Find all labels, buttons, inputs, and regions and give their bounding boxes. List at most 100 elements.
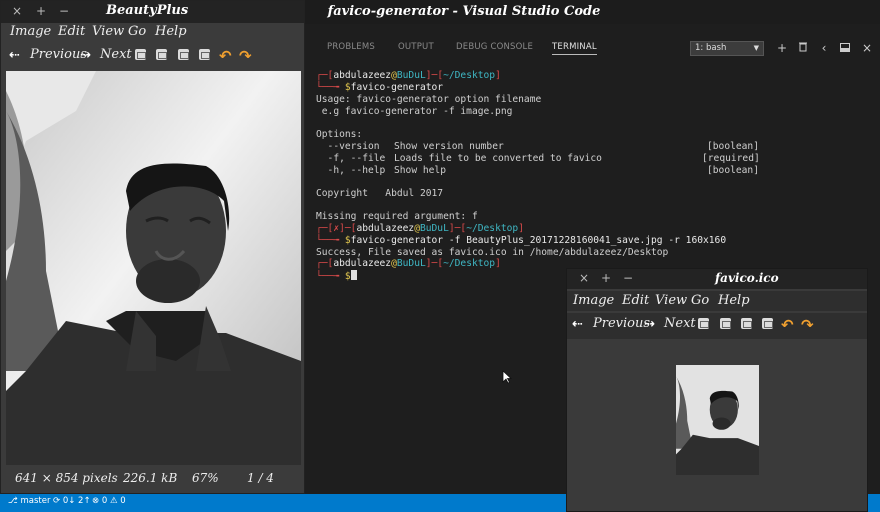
command-text: favico-generator -f BeautyPlus_201712281… [350,235,727,246]
maximize-icon[interactable]: + [601,271,611,285]
terminal-select[interactable]: 1: bash ▼ [690,41,764,56]
error-count: 0 [101,496,108,506]
example-line: e.g favico-generator -f image.png [316,106,513,117]
terminal-command-line: └──╼ $favico-generator [316,82,444,93]
menu-go[interactable]: Go [128,24,146,39]
next-button[interactable]: Next [100,47,132,62]
branch-name: master [20,496,51,506]
zoom-out-icon[interactable] [156,49,167,60]
terminal-command-line: └──╼ $favico-generator -f BeautyPlus_201… [316,235,727,246]
chevron-left-icon[interactable]: ‹ [817,41,831,55]
maximize-panel-icon[interactable] [838,41,852,55]
copyright-line: Copyright Abdul 2017 [316,188,444,199]
rotate-right-icon[interactable]: ↷ [239,47,252,65]
option-desc: Loads file to be converted to favico [394,153,602,164]
favicon-viewer-title: favico.ico [715,271,779,285]
previous-arrow-icon[interactable]: ⇠ [9,48,20,63]
command-text: favico-generator [350,82,444,93]
option-desc: Show help [394,165,446,176]
text-cursor [350,270,357,280]
terminal-prompt-line: ┌─[abdulazeez@BuDuL]─[~/Desktop] [316,70,501,81]
favicon-thumbnail [676,365,759,475]
sync-counts: 0↓ 2↑ [62,496,91,506]
minimize-icon[interactable]: − [623,271,633,285]
add-terminal-icon[interactable]: + [775,41,789,55]
sync-indicator[interactable]: ⟳ 0↓ 2↑ [53,494,91,508]
tab-problems[interactable]: PROBLEMS [327,42,375,52]
option-type: [required] [702,153,760,164]
previous-button[interactable]: Previous [593,316,650,331]
prompt-host: BuDuL [396,70,426,81]
option-desc: Show version number [394,141,504,152]
fit-window-icon[interactable] [741,318,752,329]
original-size-icon[interactable] [199,49,210,60]
prompt-path: ~/Desktop [443,258,496,269]
beautyplus-titlebar: × + − BeautyPlus [1,1,304,23]
missing-argument-line: Missing required argument: f [316,211,478,222]
trash-icon[interactable] [796,41,810,55]
vscode-window-title: favico-generator - Visual Studio Code [327,4,601,19]
option-flag: -f, --file [316,153,386,164]
prompt-host: BuDuL [396,258,426,269]
image-dimensions: 641 × 854 pixels [15,471,118,485]
terminal-prompt-line: ┌─[abdulazeez@BuDuL]─[~/Desktop] [316,258,501,269]
chevron-down-icon: ▼ [753,44,759,52]
usage-line: Usage: favico-generator option filename [316,94,542,105]
prompt-host: BuDuL [419,223,449,234]
zoom-level: 67% [192,471,219,485]
previous-button[interactable]: Previous [30,47,87,62]
terminal-prompt-line: ┌─[✗]─[abdulazeez@BuDuL]─[~/Desktop] [316,223,524,234]
portrait-photo [6,71,301,465]
tab-output[interactable]: OUTPUT [398,42,434,52]
rotate-left-icon[interactable]: ↶ [781,316,794,334]
menu-view[interactable]: View [92,24,124,39]
menu-image[interactable]: Image [573,293,614,308]
problems-indicator[interactable]: ⊗ 0 ⚠ 0 [92,494,126,508]
prompt-path: ~/Desktop [466,223,519,234]
beautyplus-window-title: BeautyPlus [106,3,189,18]
favicon-viewer-window: × + − favico.ico Image Edit View Go Help… [566,268,868,512]
close-icon[interactable]: × [579,271,589,285]
fit-window-icon[interactable] [178,49,189,60]
rotate-right-icon[interactable]: ↷ [801,316,814,334]
menu-edit[interactable]: Edit [58,24,85,39]
prompt-user: abdulazeez [333,70,392,81]
menu-edit[interactable]: Edit [622,293,649,308]
prompt-user: abdulazeez [333,258,392,269]
option-type: [boolean] [707,141,759,152]
maximize-icon[interactable]: + [36,4,46,18]
original-size-icon[interactable] [762,318,773,329]
favicon-viewer-menubar: Image Edit View Go Help [567,291,867,311]
zoom-in-icon[interactable] [698,318,709,329]
tab-terminal[interactable]: TERMINAL [552,42,597,55]
terminal-select-value: 1: bash [695,43,727,53]
zoom-out-icon[interactable] [720,318,731,329]
close-icon[interactable]: × [12,4,22,18]
beautyplus-menubar: Image Edit View Go Help [1,22,304,42]
branch-indicator[interactable]: ⎇ master [8,494,50,508]
zoom-in-icon[interactable] [135,49,146,60]
option-flag: -h, --help [316,165,386,176]
options-header: Options: [316,129,363,140]
next-button[interactable]: Next [664,316,696,331]
minimize-icon[interactable]: − [59,4,69,18]
mouse-pointer-icon [502,370,512,384]
close-panel-icon[interactable]: × [860,41,874,55]
previous-arrow-icon[interactable]: ⇠ [572,317,583,332]
beautyplus-window: × + − BeautyPlus Image Edit View Go Help… [0,0,305,494]
option-flag: --version [316,141,380,152]
rotate-left-icon[interactable]: ↶ [219,47,232,65]
terminal-input-line[interactable]: └──╼ $ [316,270,357,282]
menu-go[interactable]: Go [691,293,709,308]
option-type: [boolean] [707,165,759,176]
menu-image[interactable]: Image [10,24,51,39]
menu-help[interactable]: Help [718,293,750,308]
panel-tab-bar: PROBLEMS OUTPUT DEBUG CONSOLE TERMINAL [306,34,880,60]
favicon-viewer-toolbar: ⇠ Previous ⇢ Next ↶ ↷ [567,313,867,339]
tab-debug-console[interactable]: DEBUG CONSOLE [456,42,533,52]
menu-view[interactable]: View [655,293,687,308]
menu-help[interactable]: Help [155,24,187,39]
next-arrow-icon[interactable]: ⇢ [644,317,655,332]
file-size: 226.1 kB [123,471,178,485]
next-arrow-icon[interactable]: ⇢ [80,48,91,63]
